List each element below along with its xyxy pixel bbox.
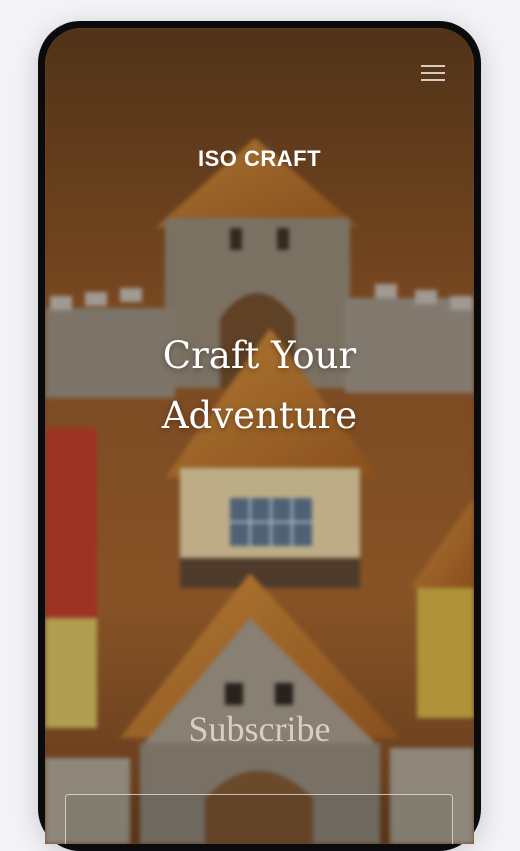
subscribe-heading: Subscribe (188, 709, 331, 749)
hero-title: Craft Your Adventure (45, 326, 474, 446)
hero-title-line: Craft Your (162, 334, 357, 377)
subscribe-email-input[interactable] (65, 794, 453, 844)
hamburger-line (421, 72, 445, 74)
hero-title-line: Adventure (161, 394, 358, 437)
menu-button[interactable] (419, 62, 447, 84)
brand-logo-text[interactable]: ISO CRAFT (45, 146, 474, 172)
hamburger-line (421, 79, 445, 81)
phone-frame: ISO CRAFT Craft Your Adventure Subscribe (38, 21, 481, 851)
hamburger-menu-icon (421, 65, 445, 67)
app-screen: ISO CRAFT Craft Your Adventure Subscribe (45, 28, 474, 844)
